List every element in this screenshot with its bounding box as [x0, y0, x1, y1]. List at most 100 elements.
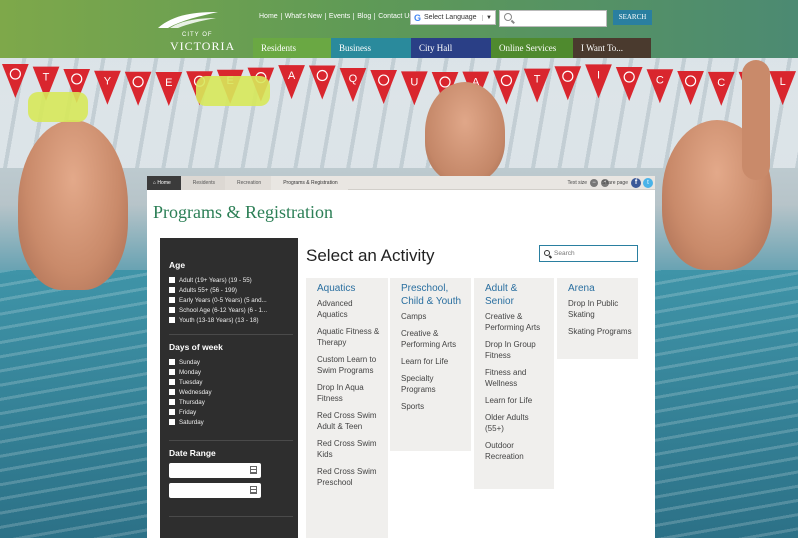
calendar-icon[interactable] — [250, 466, 257, 474]
checkbox[interactable] — [169, 359, 175, 365]
day-option[interactable]: Thursday — [169, 397, 293, 407]
checkbox[interactable] — [169, 317, 175, 323]
activity-search-placeholder: Search — [554, 250, 575, 257]
pennant-letter: U — [410, 76, 418, 88]
checkbox[interactable] — [169, 307, 175, 313]
nav-business[interactable]: Business — [331, 38, 411, 58]
breadcrumb-residents[interactable]: Residents — [180, 176, 225, 190]
facebook-icon[interactable]: f — [631, 178, 641, 188]
divider — [169, 334, 293, 335]
age-option[interactable]: Adults 55+ (56 - 199) — [169, 285, 293, 295]
link-home[interactable]: Home — [256, 13, 282, 20]
checkbox[interactable] — [169, 389, 175, 395]
activity-title: Select an Activity — [306, 246, 435, 265]
age-option[interactable]: School Age (6-12 Years) (6 - 1... — [169, 305, 293, 315]
search-icon — [544, 250, 550, 256]
main-nav: Residents Business City Hall Online Serv… — [253, 38, 651, 58]
activity-link[interactable]: Advanced Aquatics — [317, 298, 382, 320]
activity-link[interactable]: Learn for Life — [485, 395, 548, 406]
breadcrumb-recreation[interactable]: Recreation — [225, 176, 272, 190]
filter-age-heading: Age — [169, 260, 186, 270]
day-option-label: Wednesday — [179, 388, 212, 396]
activity-link[interactable]: Creative & Performing Arts — [485, 311, 548, 333]
day-option-label: Sunday — [179, 358, 200, 366]
day-option[interactable]: Tuesday — [169, 377, 293, 387]
swimmer-center — [425, 82, 505, 182]
twitter-icon[interactable]: t — [643, 178, 653, 188]
day-option-label: Saturday — [179, 418, 204, 426]
activity-search-input[interactable]: Search — [539, 245, 638, 262]
activity-link[interactable]: Specialty Programs — [401, 373, 465, 395]
activity-link[interactable]: Creative & Performing Arts — [401, 328, 465, 350]
activity-link[interactable]: Red Cross Swim Adult & Teen — [317, 410, 382, 432]
breadcrumb: ⌂ Home Residents Recreation Programs & R… — [147, 176, 348, 190]
age-option-label: Adults 55+ (56 - 199) — [179, 286, 237, 294]
language-select[interactable]: G Select Language ▼ — [410, 10, 496, 25]
divider — [169, 440, 293, 441]
date-to-input[interactable] — [169, 483, 261, 498]
checkbox[interactable] — [169, 419, 175, 425]
filter-days: Days of week Sunday Monday Tuesday Wedne… — [169, 342, 293, 427]
activity-link[interactable]: Sports — [401, 401, 465, 412]
checkbox[interactable] — [169, 297, 175, 303]
activity-link[interactable]: Camps — [401, 311, 465, 322]
category-aquatics: Aquatics Advanced Aquatics Aquatic Fitne… — [306, 278, 388, 538]
day-option[interactable]: Monday — [169, 367, 293, 377]
date-from-input[interactable] — [169, 463, 261, 478]
pennant-letter: Q — [349, 73, 358, 85]
day-option[interactable]: Wednesday — [169, 387, 293, 397]
checkbox[interactable] — [169, 399, 175, 405]
activity-link[interactable]: Drop In Group Fitness — [485, 339, 548, 361]
activity-link[interactable]: Drop In Public Skating — [568, 298, 632, 320]
city-logo[interactable]: CITY OF VICTORIA — [148, 8, 238, 53]
pennant-letter: A — [288, 70, 296, 82]
age-option[interactable]: Early Years (0-5 Years) (5 and... — [169, 295, 293, 305]
nav-online-services[interactable]: Online Services — [491, 38, 573, 58]
checkbox[interactable] — [169, 277, 175, 283]
breadcrumb-current: Programs & Registration — [271, 176, 348, 190]
link-whats-new[interactable]: What's New — [282, 13, 326, 20]
day-option[interactable]: Saturday — [169, 417, 293, 427]
filter-age: Age Adult (19+ Years) (19 - 55) Adults 5… — [169, 260, 293, 325]
age-option[interactable]: Adult (19+ Years) (19 - 55) — [169, 275, 293, 285]
category-heading[interactable]: Adult & Senior — [485, 282, 548, 308]
checkbox[interactable] — [169, 287, 175, 293]
day-option[interactable]: Sunday — [169, 357, 293, 367]
share-control: Share page f t — [602, 178, 653, 188]
activity-link[interactable]: Learn for Life — [401, 356, 465, 367]
chevron-down-icon: ▼ — [482, 14, 495, 21]
link-blog[interactable]: Blog — [354, 13, 376, 20]
calendar-icon[interactable] — [250, 486, 257, 494]
checkbox[interactable] — [169, 379, 175, 385]
activity-link[interactable]: Custom Learn to Swim Programs — [317, 354, 382, 376]
day-option-label: Tuesday — [179, 378, 203, 386]
category-heading[interactable]: Aquatics — [317, 282, 382, 295]
utility-links: Home What's New Events Blog Contact Us — [256, 13, 416, 20]
site-search-input[interactable] — [499, 10, 607, 27]
nav-residents[interactable]: Residents — [253, 38, 331, 58]
checkbox[interactable] — [169, 409, 175, 415]
activity-link[interactable]: Older Adults (55+) — [485, 412, 548, 434]
breadcrumb-home[interactable]: ⌂ Home — [147, 176, 181, 190]
nav-city-hall[interactable]: City Hall — [411, 38, 491, 58]
category-arena: Arena Drop In Public Skating Skating Pro… — [557, 278, 638, 359]
day-option[interactable]: Friday — [169, 407, 293, 417]
activity-link[interactable]: Skating Programs — [568, 326, 632, 337]
age-option[interactable]: Youth (13-18 Years) (13 - 18) — [169, 315, 293, 325]
activity-link[interactable]: Outdoor Recreation — [485, 440, 548, 462]
filter-date-range: Date Range — [169, 448, 293, 503]
age-option-label: School Age (6-12 Years) (6 - 1... — [179, 306, 268, 314]
checkbox[interactable] — [169, 369, 175, 375]
activity-link[interactable]: Red Cross Swim Preschool — [317, 466, 382, 488]
nav-i-want-to[interactable]: I Want To... — [573, 38, 651, 58]
activity-link[interactable]: Fitness and Wellness — [485, 367, 548, 389]
activity-link[interactable]: Red Cross Swim Kids — [317, 438, 382, 460]
filter-days-heading: Days of week — [169, 342, 223, 352]
text-smaller-icon[interactable]: − — [590, 179, 598, 187]
category-heading[interactable]: Arena — [568, 282, 632, 295]
link-events[interactable]: Events — [326, 13, 355, 20]
activity-link[interactable]: Aquatic Fitness & Therapy — [317, 326, 382, 348]
site-search-button[interactable]: SEARCH — [613, 10, 652, 25]
activity-link[interactable]: Drop In Aqua Fitness — [317, 382, 382, 404]
category-heading[interactable]: Preschool, Child & Youth — [401, 282, 465, 308]
